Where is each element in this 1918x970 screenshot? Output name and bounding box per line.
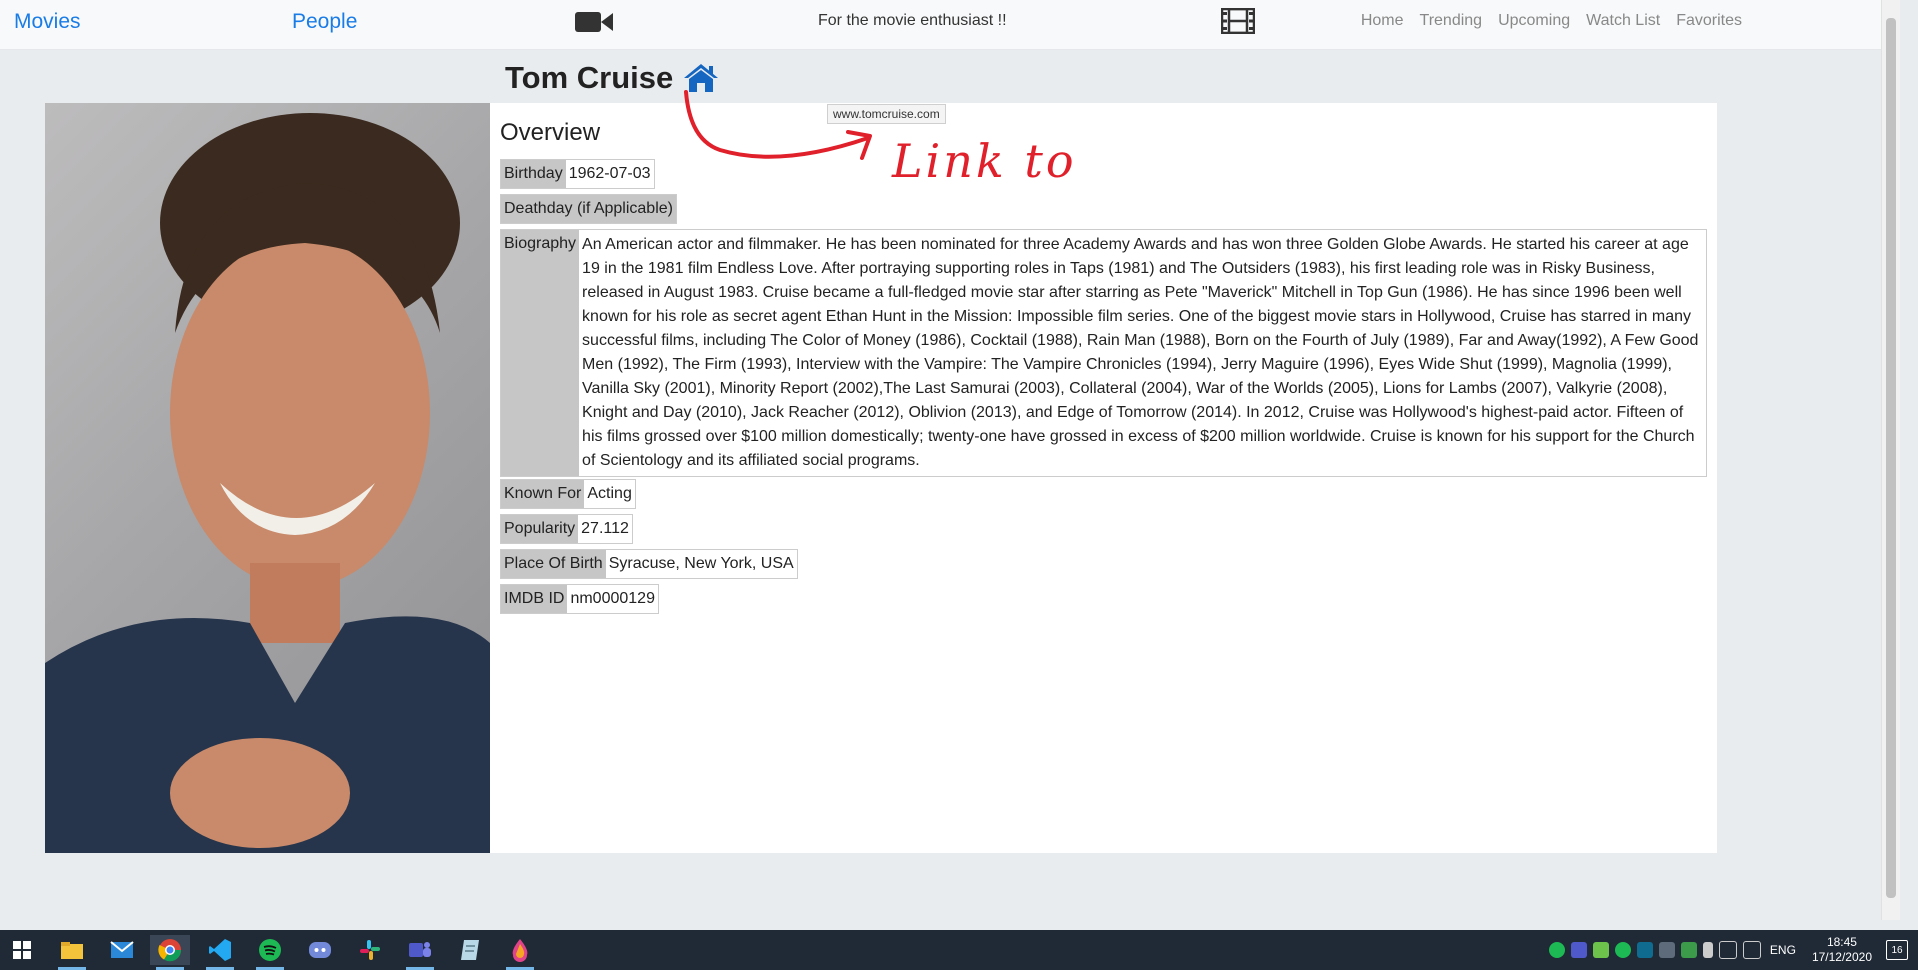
slack-tray-icon[interactable] [1658,942,1675,958]
biography-label: Biography [501,230,580,476]
spotify-tray-icon-2[interactable] [1614,942,1631,958]
taskbar-clock[interactable]: 18:45 17/12/2020 [1812,935,1872,965]
clock-time: 18:45 [1826,935,1857,949]
chrome-icon[interactable] [150,935,190,970]
imdb-id-row: IMDB ID nm0000129 [500,584,659,614]
overview-heading: Overview [500,119,601,146]
birthday-label: Birthday [501,160,566,188]
deathday-row: Deathday (if Applicable) [500,194,677,224]
page-scrollbar[interactable] [1881,0,1900,920]
person-name-heading: Tom Cruise [505,60,719,96]
slack-icon[interactable] [350,935,390,965]
top-navbar: Movies People For the movie enthusiast !… [0,0,1900,50]
spotify-tray-icon[interactable] [1548,942,1565,958]
nav-favorites[interactable]: Favorites [1676,12,1742,30]
vscode-icon[interactable] [200,935,240,970]
nav-trending[interactable]: Trending [1420,12,1483,30]
browser-viewport: Movies People For the movie enthusiast !… [0,0,1900,920]
notification-count: 16 [1891,944,1903,956]
homepage-home-icon[interactable] [683,63,719,93]
app-tray-icon[interactable] [1680,942,1697,958]
spotify-icon[interactable] [250,935,290,970]
file-explorer-icon[interactable] [52,935,92,970]
volume-icon[interactable] [1742,941,1761,959]
homepage-url-tooltip: www.tomcruise.com [827,104,946,124]
place-of-birth-value: Syracuse, New York, USA [608,555,794,572]
start-icon[interactable] [2,935,42,965]
windows-taskbar: ENG 18:45 17/12/2020 16 [0,930,1918,970]
notification-center-icon[interactable]: 16 [1886,940,1908,960]
language-indicator[interactable]: ENG [1770,943,1796,957]
annotation-text: Link to [892,134,1077,188]
nav-watch-list[interactable]: Watch List [1586,12,1660,30]
birthday-value: 1962-07-03 [568,165,651,182]
place-of-birth-row: Place Of Birth Syracuse, New York, USA [500,549,798,579]
deathday-label: Deathday (if Applicable) [501,195,676,223]
popularity-value: 27.112 [581,520,629,537]
birthday-row: Birthday 1962-07-03 [500,159,655,189]
discord-icon[interactable] [300,935,340,965]
popularity-row: Popularity 27.112 [500,514,633,544]
paint-icon[interactable] [500,935,540,970]
nav-home[interactable]: Home [1361,12,1404,30]
imdb-id-value: nm0000129 [570,590,655,607]
person-details-panel: Overview Birthday 1962-07-03 Deathday (i… [490,103,1717,853]
nav-upcoming[interactable]: Upcoming [1498,12,1570,30]
system-tray: ENG 18:45 17/12/2020 16 [1546,930,1918,970]
movies-link[interactable]: Movies [14,10,81,34]
teams-icon[interactable] [400,935,440,970]
biography-text: An American actor and filmmaker. He has … [582,236,1699,469]
video-camera-icon [575,9,613,40]
notes-icon[interactable] [450,935,490,965]
person-name: Tom Cruise [505,60,674,95]
people-link[interactable]: People [292,10,357,34]
place-of-birth-label: Place Of Birth [501,550,606,578]
wifi-icon[interactable] [1718,941,1737,959]
known-for-row: Known For Acting [500,479,636,509]
site-tagline: For the movie enthusiast !! [818,12,1007,29]
biography-row: Biography An American actor and filmmake… [500,229,1707,477]
known-for-label: Known For [501,480,585,508]
known-for-value: Acting [587,485,632,502]
mail-icon[interactable] [102,935,142,965]
popularity-label: Popularity [501,515,579,543]
film-strip-icon [1220,7,1256,39]
steam-tray-icon[interactable] [1636,942,1653,958]
imdb-id-label: IMDB ID [501,585,568,613]
nvidia-tray-icon[interactable] [1592,942,1609,958]
nav-links: Home Trending Upcoming Watch List Favori… [1361,12,1742,30]
teams-tray-icon[interactable] [1570,942,1587,958]
clock-date: 17/12/2020 [1811,950,1872,964]
battery-icon[interactable] [1702,942,1713,958]
person-profile-photo [45,103,490,853]
scrollbar-thumb[interactable] [1886,18,1896,898]
